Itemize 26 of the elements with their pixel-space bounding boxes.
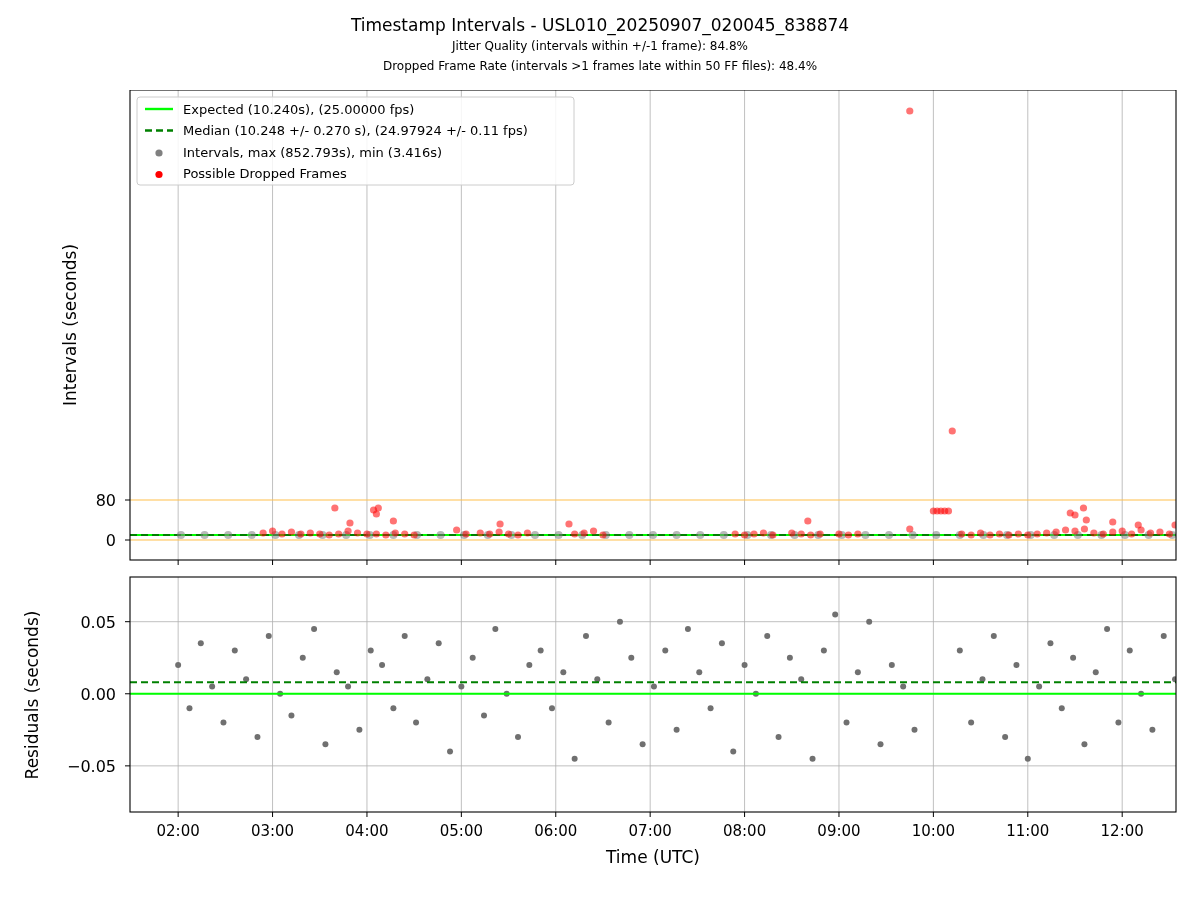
- legend-label: Possible Dropped Frames: [183, 166, 347, 181]
- axis-tick-label: 02:00: [156, 822, 200, 840]
- axis-tick-label: 80: [95, 491, 116, 510]
- axis-tick-label: 12:00: [1100, 822, 1144, 840]
- axis-tick-label: 0.05: [80, 612, 116, 632]
- axis-tick-label: 10:00: [911, 822, 955, 840]
- legend-label: Intervals, max (852.793s), min (3.416s): [183, 144, 442, 160]
- axis-tick-label: 08:00: [722, 822, 767, 840]
- axis-tick-label: 06:00: [534, 822, 578, 840]
- axis-tick-label: 04:00: [345, 822, 389, 840]
- axis-tick-label: 07:00: [628, 822, 672, 840]
- axis-tick-label: 0: [105, 531, 116, 550]
- axis-tick-label: 05:00: [439, 822, 483, 840]
- legend-label: Expected (10.240s), (25.00000 fps): [183, 101, 415, 117]
- axis-tick-label: 11:00: [1006, 822, 1050, 840]
- axis-tick-label: 03:00: [250, 822, 295, 840]
- axis-label: Intervals (seconds): [60, 243, 80, 407]
- legend-label: Median (10.248 +/- 0.270 s), (24.97924 +/- 0.11 fps): [183, 123, 528, 138]
- axis-tick-label: −0.05: [66, 756, 116, 776]
- chart-title: Timestamp Intervals - USL010_20250907_020045_838874: [350, 14, 850, 36]
- chart-subtitle: Dropped Frame Rate (intervals >1 frames late within 50 FF files): 48.4%: [382, 58, 818, 75]
- axis-label: Residuals (seconds): [22, 610, 42, 780]
- chart-subtitle: Jitter Quality (intervals within +/-1 frame): 84.8%: [452, 38, 748, 55]
- axis-tick-label: 09:00: [817, 822, 861, 840]
- axis-label: Time (UTC): [606, 847, 700, 867]
- axis-tick-label: 0.00: [80, 684, 116, 704]
